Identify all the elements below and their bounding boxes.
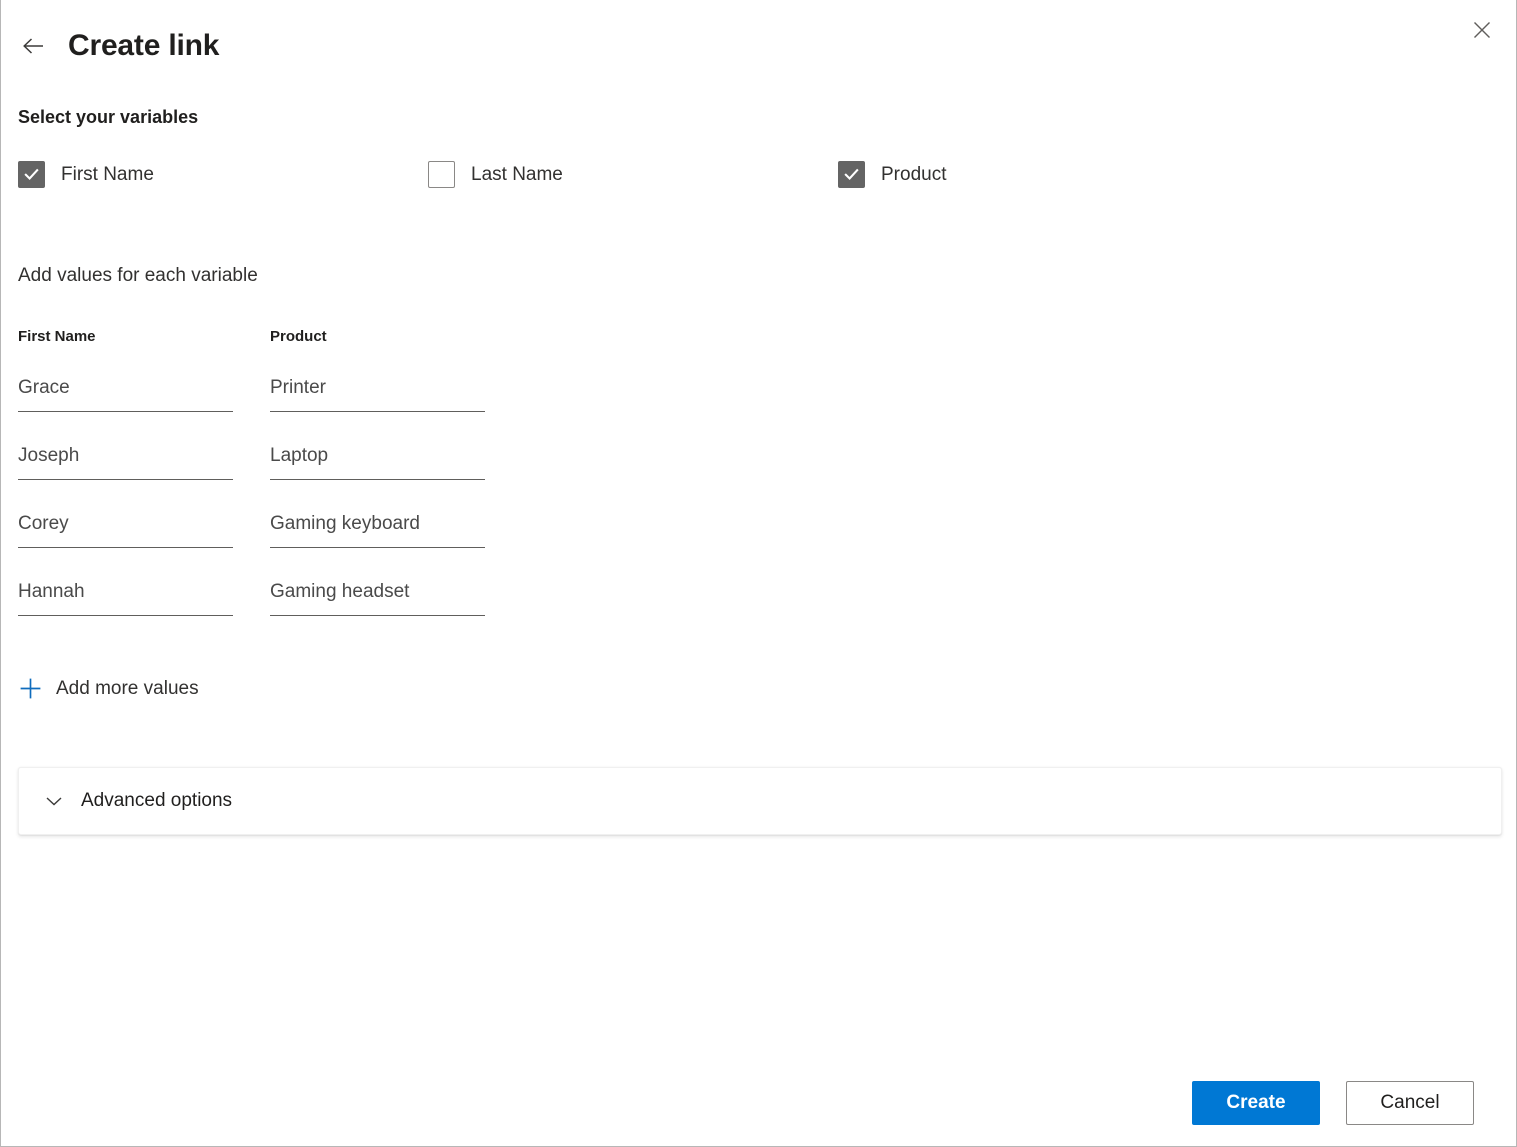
variable-checkbox-row: First Name Last Name Product (18, 161, 1418, 188)
chevron-down-icon (46, 797, 62, 806)
checkmark-icon (844, 168, 859, 180)
column-header: Product (270, 328, 327, 345)
checkbox-label: Last Name (471, 163, 563, 185)
create-button[interactable]: Create (1192, 1081, 1320, 1125)
checkbox-label: Product (881, 163, 947, 185)
value-input-first-name-3[interactable] (18, 508, 233, 548)
dialog-footer: Create Cancel (1, 1060, 1516, 1146)
value-input-product-4[interactable] (270, 576, 485, 616)
advanced-options-panel[interactable]: Advanced options (18, 767, 1502, 835)
checkbox-product[interactable]: Product (838, 161, 1248, 188)
checkbox-box-unchecked[interactable] (428, 161, 455, 188)
page-title: Create link (68, 29, 220, 62)
column-header: First Name (18, 328, 96, 345)
checkbox-label: First Name (61, 163, 154, 185)
variables-heading: Select your variables (18, 107, 199, 127)
create-link-dialog: Create link Select your variables First … (0, 0, 1517, 1147)
checkbox-box-checked[interactable] (838, 161, 865, 188)
values-heading: Add values for each variable (18, 265, 258, 286)
value-input-first-name-2[interactable] (18, 440, 233, 480)
checkmark-icon (24, 168, 39, 180)
value-input-product-1[interactable] (270, 372, 485, 412)
back-button[interactable] (17, 29, 51, 63)
checkbox-last-name[interactable]: Last Name (428, 161, 838, 188)
dialog-header: Create link (17, 20, 219, 72)
cancel-button[interactable]: Cancel (1346, 1081, 1474, 1125)
value-column-product: Product (270, 328, 522, 616)
value-input-product-2[interactable] (270, 440, 485, 480)
plus-icon (20, 678, 41, 699)
value-input-first-name-1[interactable] (18, 372, 233, 412)
advanced-options-label: Advanced options (81, 790, 233, 811)
add-more-values-button[interactable]: Add more values (18, 676, 199, 701)
checkbox-box-checked[interactable] (18, 161, 45, 188)
close-button[interactable] (1462, 12, 1502, 48)
value-column-first-name: First Name (18, 328, 270, 616)
add-more-values-label: Add more values (56, 677, 199, 699)
checkbox-first-name[interactable]: First Name (18, 161, 428, 188)
value-input-first-name-4[interactable] (18, 576, 233, 616)
close-icon (1474, 22, 1490, 38)
value-input-product-3[interactable] (270, 508, 485, 548)
arrow-left-icon (23, 38, 43, 54)
value-columns: First Name Product (18, 328, 522, 616)
